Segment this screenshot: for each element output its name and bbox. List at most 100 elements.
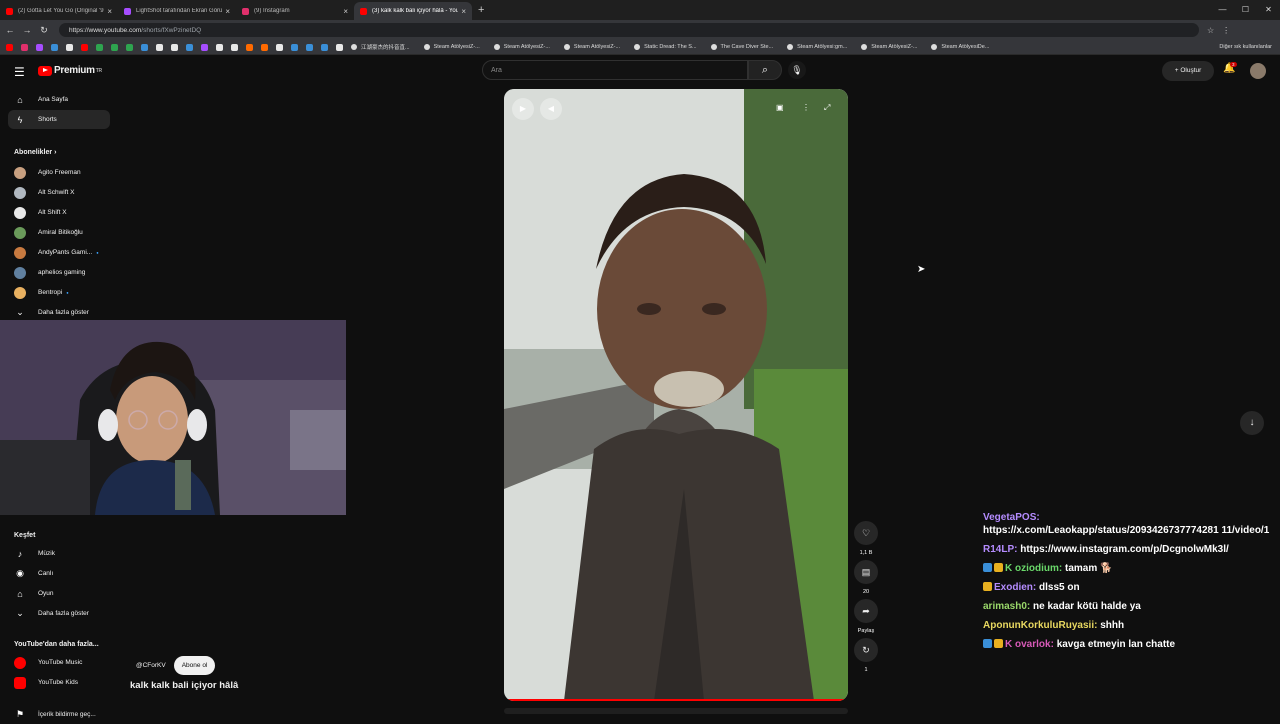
bookmark-item[interactable]: Steam AtölyesiZ-... (563, 43, 620, 51)
play-icon[interactable]: ▶ (512, 98, 534, 120)
bookmark-item[interactable]: Static Dread: The S... (634, 43, 697, 51)
sidebar-explore-item[interactable]: ⌂ Oyun (8, 584, 110, 603)
minimize-button[interactable]: — (1211, 0, 1234, 20)
sidebar-channel-item[interactable]: Alt Shift X (8, 203, 110, 222)
reload-icon[interactable]: ↻ (37, 25, 51, 36)
bookmark-favicon-icon[interactable] (36, 43, 43, 51)
shorts-video-player[interactable]: ▶ ◀ ▣ ⋮ ⤢ (504, 89, 848, 701)
video-progress-bar[interactable] (504, 699, 848, 701)
maximize-button[interactable]: ☐ (1234, 0, 1257, 20)
bookmark-item[interactable]: Steam Atölyesi:gm... (787, 43, 847, 51)
bookmark-favicon-icon[interactable] (111, 43, 118, 51)
bookmark-favicon-icon[interactable] (51, 43, 58, 51)
back-icon[interactable]: ← (3, 25, 17, 35)
bookmark-favicon-icon[interactable] (306, 43, 313, 51)
tab-title: (2) Gotta Let You Go (Original '91... (18, 8, 105, 14)
close-tab-icon[interactable]: × (225, 7, 230, 16)
like-action[interactable]: ♡ 1,1 B (853, 521, 879, 556)
remix-icon[interactable]: ↻ (854, 638, 878, 662)
bookmark-favicon-icon[interactable] (246, 43, 253, 51)
sidebar-item-label: Daha fazla göster (38, 610, 89, 617)
menu-dots-icon[interactable]: ⋮ (1222, 26, 1230, 35)
search-input[interactable]: Ara (482, 60, 748, 80)
bookmark-favicon-icon[interactable] (231, 43, 238, 51)
bookmark-favicon-icon[interactable] (6, 43, 13, 51)
account-avatar[interactable] (1250, 63, 1266, 79)
microphone-icon[interactable]: 🎙 (788, 61, 806, 79)
sidebar-channel-item[interactable]: aphelios gaming (8, 263, 110, 282)
search-icon[interactable]: ⌕ (748, 60, 782, 80)
bookmark-label: Steam AtölyesiDe... (941, 44, 990, 50)
captions-icon[interactable]: ▣ (776, 103, 784, 112)
short-title[interactable]: kalk kalk bali içiyor hâlâ (130, 680, 238, 691)
sidebar-explore-item[interactable]: ♪ Müzik (8, 544, 110, 563)
sidebar-channel-item[interactable]: Amiral Bitikoğlu (8, 223, 110, 242)
bookmark-favicon-icon[interactable] (81, 43, 88, 51)
bookmark-favicon-icon[interactable] (141, 43, 148, 51)
sidebar-item-youtube-kids[interactable]: YouTube Kids (8, 673, 110, 692)
bookmark-item[interactable]: Steam AtölyesiZ-... (423, 43, 480, 51)
sidebar-channel-item[interactable]: Alt Schwift X (8, 183, 110, 202)
channel-handle[interactable]: @CForKV (136, 662, 166, 669)
browser-tab[interactable]: (3) kalk kalk bali içiyor hâlâ - YouT...… (354, 2, 472, 20)
volume-icon[interactable]: ◀ (540, 98, 562, 120)
bookmark-favicon-icon[interactable] (321, 43, 328, 51)
show-more-explore[interactable]: ⌄ Daha fazla göster (8, 604, 110, 623)
bookmark-favicon-icon[interactable] (21, 43, 28, 51)
bookmark-favicon-icon[interactable] (96, 43, 103, 51)
bookmark-favicon-icon[interactable] (171, 43, 178, 51)
other-bookmarks[interactable]: Diğer sık kullanılanlar (1219, 44, 1272, 50)
sidebar-channel-item[interactable]: Bentropi ● (8, 283, 110, 302)
bookmark-favicon-icon[interactable] (216, 43, 223, 51)
share-icon[interactable]: ➦ (854, 599, 878, 623)
browser-tab[interactable]: LightShot tarafından Ekran Görünt...× (118, 2, 236, 20)
next-short-preview[interactable] (504, 708, 848, 714)
bookmark-favicon-icon[interactable] (276, 43, 283, 51)
sidebar-channel-item[interactable]: AndyPants Gami... ● (8, 243, 110, 262)
new-tab-button[interactable]: + (478, 4, 484, 16)
subscribe-button[interactable]: Abone ol (173, 656, 216, 675)
remix-action[interactable]: ↻ 1 (853, 638, 879, 673)
like-icon[interactable]: ♡ (854, 521, 878, 545)
create-button[interactable]: + Oluştur (1162, 61, 1214, 81)
bookmark-item[interactable]: Steam AtölyesiDe... (931, 43, 989, 51)
bookmark-item[interactable]: The Cave Diver Ste... (710, 43, 773, 51)
sidebar-item-shorts[interactable]: ϟ Shorts (8, 110, 110, 129)
browser-tab[interactable]: (9) Instagram × (236, 2, 354, 20)
next-short-arrow-icon[interactable]: ↓ (1240, 411, 1264, 435)
more-options-icon[interactable]: ⋮ (802, 103, 810, 112)
bookmark-favicon-icon[interactable] (126, 43, 133, 51)
browser-tab[interactable]: (2) Gotta Let You Go (Original '91... × (0, 2, 118, 20)
bookmark-favicon-icon[interactable] (261, 43, 268, 51)
tab-title: LightShot tarafından Ekran Görünt... (136, 8, 223, 14)
fullscreen-icon[interactable]: ⤢ (824, 103, 830, 113)
menu-icon[interactable]: ☰ (14, 65, 25, 79)
bookmark-favicon-icon[interactable] (291, 43, 298, 51)
url-field[interactable]: https://www.youtube.com/shorts/fXwPzinet… (59, 23, 1199, 37)
bookmark-item[interactable]: Steam AtölyesiZ-... (493, 43, 550, 51)
bookmark-item[interactable]: Steam AtölyesiZ-... (861, 43, 917, 51)
sidebar-item-youtube-music[interactable]: YouTube Music (8, 653, 110, 672)
bookmark-favicon-icon[interactable] (336, 43, 343, 51)
bookmark-favicon-icon[interactable] (156, 43, 163, 51)
sidebar-item-home[interactable]: ⌂ Ana Sayfa (8, 90, 110, 109)
comment-icon[interactable]: ▤ (854, 560, 878, 584)
youtube-logo[interactable]: Premium TR (38, 65, 102, 76)
bookmark-favicon-icon[interactable] (186, 43, 193, 51)
sidebar-explore-item[interactable]: ◉ Canlı (8, 564, 110, 583)
close-tab-icon[interactable]: × (461, 7, 466, 16)
video-frame (504, 89, 848, 701)
bookmark-favicon-icon[interactable] (201, 43, 208, 51)
close-tab-icon[interactable]: × (107, 7, 112, 16)
close-tab-icon[interactable]: × (343, 7, 348, 16)
sidebar-item-report-history[interactable]: ⚑ İçerik bildirme geç... (8, 705, 110, 724)
comment-action[interactable]: ▤ 20 (853, 560, 879, 595)
sidebar-channel-item[interactable]: Agito Freeman (8, 163, 110, 182)
bookmark-favicon-icon[interactable] (66, 43, 73, 51)
share-action[interactable]: ➦ Paylaş (853, 599, 879, 634)
close-window-button[interactable]: ✕ (1257, 0, 1280, 20)
forward-icon[interactable]: → (20, 25, 34, 35)
star-icon[interactable]: ☆ (1207, 26, 1214, 35)
subscriptions-heading[interactable]: Abonelikler › (14, 149, 56, 156)
bookmark-item[interactable]: 江湖豪杰的抖音直... (351, 43, 410, 51)
